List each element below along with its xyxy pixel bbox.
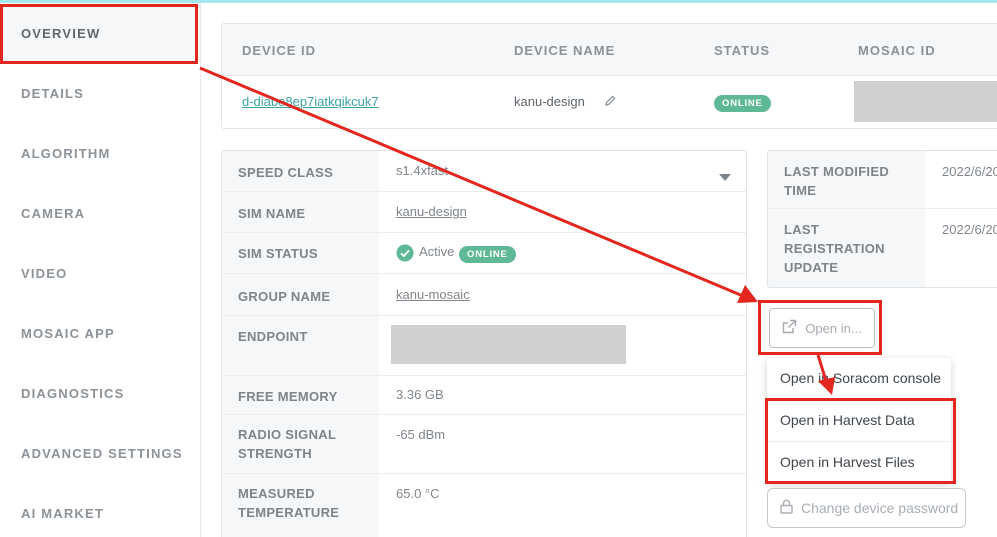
label-free-memory: FREE MEMORY (238, 389, 338, 404)
row-last-modified: LAST MODIFIED TIME 2022/6/20 (768, 151, 997, 209)
sidebar-item-overview[interactable]: OVERVIEW (0, 3, 200, 63)
open-in-menu: Open in Soracom console Open in Harvest … (767, 358, 951, 483)
edit-pencil-icon[interactable] (604, 94, 617, 112)
radio-signal-value: -65 dBm (396, 427, 446, 442)
row-speed-class: SPEED CLASS s1.4xfast (222, 151, 746, 192)
label-endpoint: ENDPOINT (238, 329, 308, 344)
header-status: STATUS (714, 43, 771, 58)
label-radio-signal: RADIO SIGNAL STRENGTH (238, 427, 336, 461)
header-device-id: DEVICE ID (242, 43, 317, 58)
row-sim-name: SIM NAME kanu-design (222, 192, 746, 233)
mosaic-id-redacted (854, 81, 997, 122)
row-last-registration: LAST REGISTRATION UPDATE 2022/6/20 (768, 209, 997, 287)
menu-item-harvest-files[interactable]: Open in Harvest Files (767, 441, 951, 481)
change-password-button[interactable]: Change device password (767, 488, 966, 528)
label-last-registration: LAST REGISTRATION UPDATE (784, 222, 885, 275)
header-mosaic-id: MOSAIC ID (858, 43, 936, 58)
menu-item-soracom-console[interactable]: Open in Soracom console (767, 358, 951, 398)
sim-status-value: Active (419, 244, 455, 259)
row-endpoint: ENDPOINT (222, 316, 746, 376)
row-free-memory: FREE MEMORY 3.36 GB (222, 376, 746, 415)
sidebar-item-ai-market[interactable]: AI MARKET (0, 483, 200, 537)
timestamps-table: LAST MODIFIED TIME 2022/6/20 LAST REGIST… (767, 150, 997, 288)
row-sim-status: SIM STATUS Active ONLINE (222, 233, 746, 274)
free-memory-value: 3.36 GB (396, 387, 444, 402)
label-sim-status: SIM STATUS (238, 246, 318, 261)
sim-name-link[interactable]: kanu-design (396, 204, 467, 219)
sidebar-item-camera[interactable]: CAMERA (0, 183, 200, 243)
external-link-icon (782, 319, 797, 337)
label-sim-name: SIM NAME (238, 206, 306, 221)
sidebar-item-details[interactable]: DETAILS (0, 63, 200, 123)
sim-status-badge: ONLINE (459, 244, 516, 263)
menu-item-harvest-data[interactable]: Open in Harvest Data (767, 399, 951, 439)
details-table: SPEED CLASS s1.4xfast SIM NAME kanu-desi… (221, 150, 747, 537)
row-temperature: MEASURED TEMPERATURE 65.0 °C (222, 474, 746, 537)
header-device-name: DEVICE NAME (514, 43, 616, 58)
device-table-header: DEVICE ID DEVICE NAME STATUS MOSAIC ID (222, 24, 997, 76)
sidebar-item-algorithm[interactable]: ALGORITHM (0, 123, 200, 183)
device-name-value: kanu-design (514, 94, 585, 109)
last-registration-value: 2022/6/20 (942, 222, 997, 237)
change-password-label: Change device password (801, 500, 959, 516)
lock-icon (780, 499, 793, 517)
row-group-name: GROUP NAME kanu-mosaic (222, 274, 746, 316)
row-radio-signal: RADIO SIGNAL STRENGTH -65 dBm (222, 415, 746, 474)
temperature-value: 65.0 °C (396, 486, 440, 501)
sidebar-item-advanced-settings[interactable]: ADVANCED SETTINGS (0, 423, 200, 483)
label-speed-class: SPEED CLASS (238, 165, 334, 180)
sidebar: OVERVIEW DETAILS ALGORITHM CAMERA VIDEO … (0, 3, 201, 537)
open-in-button[interactable]: Open in... (769, 308, 875, 348)
device-table: DEVICE ID DEVICE NAME STATUS MOSAIC ID d… (221, 23, 997, 129)
last-modified-value: 2022/6/20 (942, 164, 997, 179)
sidebar-item-video[interactable]: VIDEO (0, 243, 200, 303)
endpoint-redacted (391, 325, 626, 364)
check-circle-icon (396, 244, 414, 267)
group-name-link[interactable]: kanu-mosaic (396, 287, 470, 302)
speed-class-select[interactable]: s1.4xfast (396, 163, 448, 178)
sidebar-item-diagnostics[interactable]: DIAGNOSTICS (0, 363, 200, 423)
open-in-label: Open in... (805, 320, 862, 336)
label-last-modified: LAST MODIFIED TIME (784, 164, 890, 198)
chevron-down-icon[interactable] (719, 168, 731, 186)
device-status-badge: ONLINE (714, 93, 771, 112)
device-id-link[interactable]: d-diabo8ep7iatkqikcuk7 (242, 94, 379, 109)
label-group-name: GROUP NAME (238, 289, 331, 304)
label-temperature: MEASURED TEMPERATURE (238, 486, 340, 520)
sidebar-item-mosaic-app[interactable]: MOSAIC APP (0, 303, 200, 363)
